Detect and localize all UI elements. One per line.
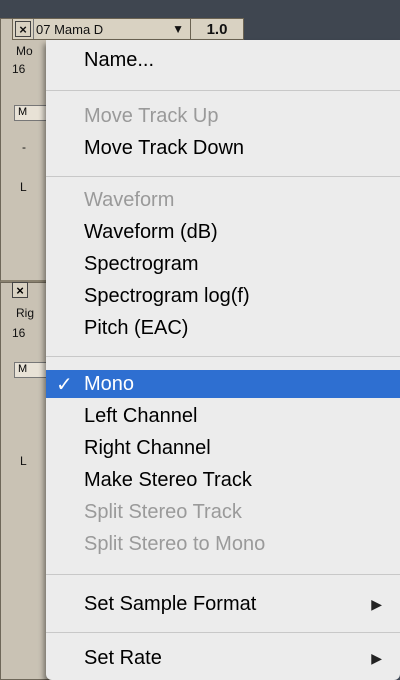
track-info-line1: Mo xyxy=(16,44,33,58)
dropdown-arrow-icon: ▼ xyxy=(172,22,184,36)
track2-close-button[interactable]: × xyxy=(12,282,28,298)
menu-item-label: Name... xyxy=(84,48,155,71)
menu-separator xyxy=(46,90,400,91)
menu-item-move-track-down[interactable]: Move Track Down xyxy=(46,134,400,162)
menu-item-split-stereo-track: Split Stereo Track xyxy=(46,498,400,526)
track-name-dropdown[interactable]: 07 Mama D ▼ xyxy=(33,19,190,39)
gain-slider-mark: - xyxy=(22,140,26,154)
menu-item-label: Make Stereo Track xyxy=(84,468,252,491)
menu-item-mono[interactable]: ✓ Mono xyxy=(46,370,400,398)
menu-item-set-sample-format[interactable]: Set Sample Format ▶ xyxy=(46,590,400,618)
menu-item-make-stereo-track[interactable]: Make Stereo Track xyxy=(46,466,400,494)
submenu-arrow-icon: ▶ xyxy=(371,649,382,666)
menu-item-split-stereo-to-mono: Split Stereo to Mono xyxy=(46,530,400,558)
track2-info-line1: Rig xyxy=(16,306,35,320)
menu-item-spectrogram-log[interactable]: Spectrogram log(f) xyxy=(46,282,400,310)
menu-item-left-channel[interactable]: Left Channel xyxy=(46,402,400,430)
menu-item-label: Waveform (dB) xyxy=(84,220,218,243)
menu-item-label: Right Channel xyxy=(84,436,211,459)
menu-separator xyxy=(46,632,400,633)
menu-item-move-track-up: Move Track Up xyxy=(46,102,400,130)
menu-item-label: Move Track Up xyxy=(84,104,219,127)
menu-item-label: Spectrogram xyxy=(84,252,199,275)
pan-slider-mark: L xyxy=(20,180,27,194)
menu-item-waveform-db[interactable]: Waveform (dB) xyxy=(46,218,400,246)
menu-separator xyxy=(46,176,400,177)
submenu-arrow-icon: ▶ xyxy=(371,595,382,612)
track2-pan-slider-mark: L xyxy=(20,454,27,468)
menu-item-pitch[interactable]: Pitch (EAC) xyxy=(46,314,400,342)
track-name-label: 07 Mama D xyxy=(36,21,104,37)
menu-item-right-channel[interactable]: Right Channel xyxy=(46,434,400,462)
menu-separator xyxy=(46,356,400,357)
menu-item-label: Set Sample Format xyxy=(84,592,257,615)
menu-item-set-rate[interactable]: Set Rate ▶ xyxy=(46,644,400,672)
menu-item-label: Pitch (EAC) xyxy=(84,316,189,339)
menu-item-spectrogram[interactable]: Spectrogram xyxy=(46,250,400,278)
menu-item-label: Spectrogram log(f) xyxy=(84,284,250,307)
menu-item-label: Waveform xyxy=(84,188,175,211)
menu-item-name[interactable]: Name... xyxy=(46,46,400,74)
menu-item-label: Split Stereo to Mono xyxy=(84,532,266,555)
menu-item-label: Set Rate xyxy=(84,646,162,669)
track-close-button[interactable]: × xyxy=(15,21,31,37)
track2-info-line2: 16 xyxy=(12,326,26,340)
menu-item-label: Move Track Down xyxy=(84,136,245,159)
checkmark-icon: ✓ xyxy=(56,373,73,396)
menu-item-label: Mono xyxy=(84,372,135,395)
track-title-bar: × 07 Mama D ▼ 1.0 xyxy=(12,18,244,40)
track-context-menu: Name... Move Track Up Move Track Down Wa… xyxy=(46,40,400,680)
menu-item-label: Split Stereo Track xyxy=(84,500,242,523)
menu-item-label: Left Channel xyxy=(84,404,198,427)
track-info-line2: 16 xyxy=(12,62,26,76)
menu-item-waveform: Waveform xyxy=(46,186,400,214)
menu-separator xyxy=(46,574,400,575)
ruler-value: 1.0 xyxy=(190,19,243,39)
